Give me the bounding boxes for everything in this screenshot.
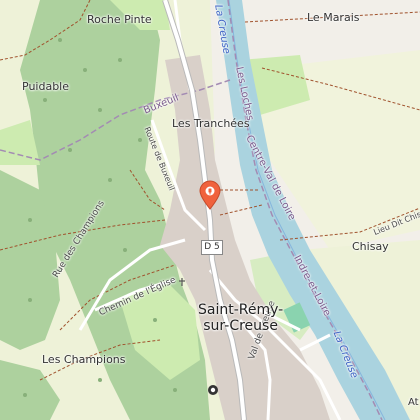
map-canvas <box>0 0 420 420</box>
viewpoint-icon <box>208 385 218 395</box>
map-view[interactable]: Roche Pinte Le Marais Puidable Buxeuil L… <box>0 0 420 420</box>
road-ref-shield: D 5 <box>201 240 223 255</box>
location-pin-icon[interactable] <box>198 180 222 210</box>
